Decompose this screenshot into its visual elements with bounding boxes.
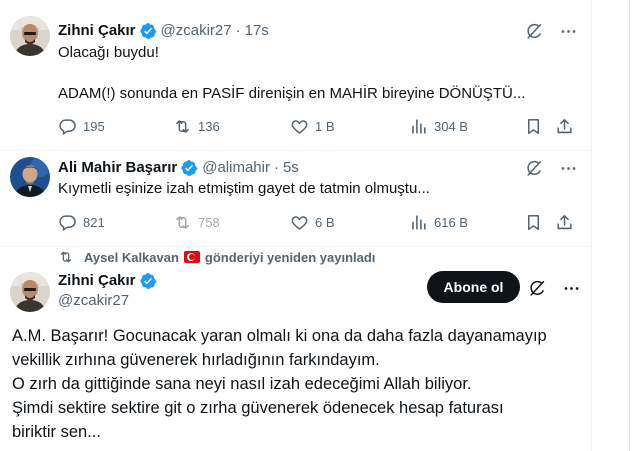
retweeter-name[interactable]: Aysel Kalkavan bbox=[84, 250, 179, 265]
main-tweet-line-1: A.M. Başarır! Gocunacak yaran olmalı ki … bbox=[12, 327, 547, 345]
share-icon bbox=[555, 213, 574, 232]
retweet-icon bbox=[173, 213, 192, 232]
verified-badge-icon bbox=[139, 272, 157, 290]
timeline-feed: Zihni Çakır @zcakir27 · 17s Olacağı buyd… bbox=[0, 0, 592, 451]
views-button[interactable]: 304 B bbox=[409, 117, 468, 136]
like-button[interactable]: 6 B bbox=[290, 213, 335, 232]
main-tweet-line-3: O zırh da gittiğinde sana neyi nasıl iza… bbox=[12, 375, 472, 393]
grok-icon[interactable] bbox=[527, 278, 547, 298]
verified-badge-icon bbox=[180, 159, 198, 177]
tweet-top-actions bbox=[527, 278, 581, 298]
tweet-zcakir27-quoted[interactable]: Zihni Çakır @zcakir27 · 17s Olacağı buyd… bbox=[0, 0, 591, 151]
retweet-button[interactable]: 136 bbox=[173, 117, 220, 136]
verified-badge-icon bbox=[139, 22, 157, 40]
share-button[interactable] bbox=[555, 213, 574, 232]
share-button[interactable] bbox=[555, 117, 574, 136]
scrollbar[interactable] bbox=[629, 0, 630, 451]
retweet-icon bbox=[58, 249, 74, 265]
more-icon[interactable] bbox=[558, 21, 578, 41]
retweet-button[interactable]: 758 bbox=[173, 213, 220, 232]
grok-icon[interactable] bbox=[524, 21, 544, 41]
tweet-text-line-1: Olacağı buydu! bbox=[58, 44, 159, 61]
like-button[interactable]: 1 B bbox=[290, 117, 335, 136]
main-tweet-handle-line: @zcakir27 bbox=[58, 291, 129, 311]
display-name[interactable]: Ali Mahir Başarır bbox=[58, 158, 177, 178]
views-button[interactable]: 616 B bbox=[409, 213, 468, 232]
main-tweet-display-line: Zihni Çakır bbox=[58, 271, 161, 291]
reply-button[interactable]: 821 bbox=[58, 213, 105, 232]
retweet-count: 758 bbox=[198, 214, 220, 230]
retweet-count: 136 bbox=[198, 118, 220, 134]
avatar-ali-mahir-basarir[interactable] bbox=[10, 157, 50, 197]
tweet-text-line-3: ADAM(!) sonunda en PASİF direnişin en MA… bbox=[58, 85, 526, 102]
display-name[interactable]: Zihni Çakır bbox=[58, 271, 136, 291]
tweet-text-line-1: Kıymetli eşinize izah etmiştim gayet de … bbox=[58, 180, 430, 197]
tweet-header: Ali Mahir Başarır @alimahir · 5s bbox=[58, 158, 299, 178]
bookmark-button[interactable] bbox=[524, 117, 543, 136]
display-name[interactable]: Zihni Çakır bbox=[58, 21, 136, 41]
avatar-zihni-cakir[interactable] bbox=[10, 16, 50, 56]
more-icon[interactable] bbox=[558, 158, 578, 178]
main-tweet-text: A.M. Başarır! Gocunacak yaran olmalı ki … bbox=[12, 324, 582, 444]
retweet-context[interactable]: Aysel Kalkavan gönderiyi yeniden yayınla… bbox=[58, 249, 375, 265]
handle[interactable]: @zcakir27 bbox=[58, 291, 129, 311]
tweet-header: Zihni Çakır @zcakir27 · 17s bbox=[58, 21, 269, 41]
reply-icon bbox=[58, 117, 77, 136]
bookmark-button[interactable] bbox=[524, 213, 543, 232]
bookmark-icon bbox=[524, 117, 543, 136]
bookmark-icon bbox=[524, 213, 543, 232]
share-icon bbox=[555, 117, 574, 136]
tweet-actions: 195 136 1 B 304 B bbox=[58, 116, 578, 136]
reply-button[interactable]: 195 bbox=[58, 117, 105, 136]
timestamp[interactable]: 5s bbox=[283, 158, 299, 178]
separator-dot: · bbox=[235, 22, 241, 39]
heart-icon bbox=[290, 213, 309, 232]
handle[interactable]: @alimahir bbox=[202, 158, 270, 178]
more-icon[interactable] bbox=[561, 278, 581, 298]
heart-icon bbox=[290, 117, 309, 136]
handle[interactable]: @zcakir27 bbox=[161, 21, 232, 41]
main-tweet-line-5: biriktir sen... bbox=[12, 423, 101, 441]
main-tweet-line-4: Şimdi sektire sektire git o zırha güvene… bbox=[12, 399, 504, 417]
main-tweet-line-2: vekillik zırhına güvenerek hırladığının … bbox=[12, 351, 380, 369]
views-count: 304 B bbox=[434, 118, 468, 134]
avatar-zihni-cakir[interactable] bbox=[10, 272, 50, 312]
views-chart-icon bbox=[409, 213, 428, 232]
reply-count: 195 bbox=[83, 118, 105, 134]
follow-button[interactable]: Abone ol bbox=[427, 271, 520, 303]
right-rail bbox=[593, 0, 634, 451]
retweet-icon bbox=[173, 117, 192, 136]
reply-count: 821 bbox=[83, 214, 105, 230]
tweet-alimahir-reply[interactable]: Ali Mahir Başarır @alimahir · 5s Kıymetl… bbox=[0, 151, 591, 247]
views-chart-icon bbox=[409, 117, 428, 136]
timestamp[interactable]: 17s bbox=[245, 21, 269, 41]
views-count: 616 B bbox=[434, 214, 468, 230]
turkey-flag-icon bbox=[183, 251, 200, 263]
tweet-top-actions bbox=[524, 21, 578, 41]
like-count: 1 B bbox=[315, 118, 335, 134]
grok-icon[interactable] bbox=[524, 158, 544, 178]
tweet-top-actions bbox=[524, 158, 578, 178]
separator-dot: · bbox=[273, 159, 279, 176]
like-count: 6 B bbox=[315, 214, 335, 230]
reply-icon bbox=[58, 213, 77, 232]
retweet-context-label: gönderiyi yeniden yayınladı bbox=[204, 249, 376, 265]
tweet-actions: 821 758 6 B 616 B bbox=[58, 212, 578, 232]
